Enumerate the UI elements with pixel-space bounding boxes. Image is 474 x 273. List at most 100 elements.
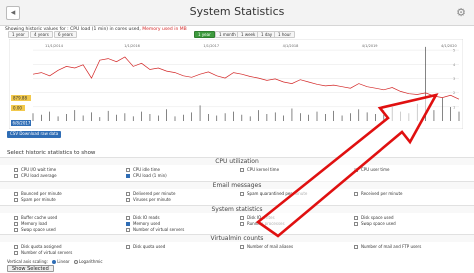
stat-checkbox[interactable] [240,244,244,249]
range-1-hour[interactable]: 1 hour [274,31,295,38]
stat-checkbox[interactable] [14,244,18,249]
x-tick-label: 1/1/2016 [124,44,140,48]
stat-checkbox[interactable] [14,173,18,178]
stat-checkbox[interactable] [240,221,244,226]
stat-option-label: Received per minute [361,191,403,196]
stat-option[interactable]: CPU I/O wait time [14,167,56,172]
stat-option[interactable]: Swap space used [354,221,396,226]
stat-option[interactable]: Number of virtual servers [14,250,72,255]
stat-option[interactable]: Disk quota assigned [14,244,61,249]
stat-option-label: CPU idle time [133,167,160,172]
stat-option-label: Buffer cache used [21,215,58,220]
page-title: System Statistics [189,5,285,18]
stat-option-label: CPU kernel time [247,167,280,172]
stat-option[interactable]: Delivered per minute [126,191,175,196]
stat-checkbox[interactable] [240,167,244,172]
gear-icon[interactable]: ⚙ [454,6,468,20]
stat-option[interactable]: Disk IO reads [126,215,160,220]
stat-checkbox[interactable] [14,197,18,202]
stat-option[interactable]: CPU idle time [126,167,160,172]
stat-checkbox[interactable] [354,221,358,226]
stat-checkbox[interactable] [14,221,18,226]
stat-option[interactable]: Running processes [240,221,285,226]
stat-option[interactable]: Bounced per minute [14,191,62,196]
stat-checkbox[interactable] [126,244,130,249]
history-chart: 11/1/2014 1/1/2016 1/1/2017 4/1/2018 4/1/201… [9,39,463,129]
stat-option[interactable]: Memory used [126,221,160,226]
stat-option[interactable]: CPU load average [14,173,57,178]
group-virtualmin-counts: Virtualmin counts [0,234,474,242]
stat-option-label: CPU user time [361,167,390,172]
stat-option[interactable]: Number of mail aliases [240,244,293,249]
stat-option[interactable]: CPU kernel time [240,167,279,172]
stat-checkbox[interactable] [14,250,18,255]
y-tick-label: 5 [453,49,455,53]
stat-checkbox[interactable] [126,167,130,172]
x-tick-label: 1/1/2017 [203,44,219,48]
show-selected-button[interactable]: Show Selected [7,265,54,272]
stat-checkbox[interactable] [14,167,18,172]
stat-option[interactable]: Spam quarantined per minute [240,191,307,196]
stat-option-label: Delivered per minute [133,191,176,196]
stat-option-label: Disk IO writes [247,215,275,220]
stat-checkbox[interactable] [14,215,18,220]
range-1-year-active[interactable]: 1 year [194,31,215,38]
stat-checkbox[interactable] [14,191,18,196]
stat-checkbox[interactable] [240,215,244,220]
stat-option[interactable]: Viruses per minute [126,197,171,202]
linear-label: Linear [57,259,70,264]
stat-checkbox[interactable] [354,191,358,196]
x-tick-label: 11/1/2014 [45,44,64,48]
stat-option[interactable]: Disk space used [354,215,394,220]
stat-checkbox[interactable] [126,215,130,220]
memory-value-tag: 879.88 [13,96,27,101]
stat-checkbox[interactable] [354,167,358,172]
stat-option[interactable]: Memory load [14,221,47,226]
stat-option[interactable]: Received per minute [354,191,403,196]
stat-option[interactable]: CPU load (1 min) [126,173,167,178]
stat-option[interactable]: Disk IO writes [240,215,275,220]
stat-option[interactable]: Disk quota used [126,244,165,249]
group-cpu-utilization: CPU utilization [0,157,474,165]
log-label: Logarithmic [78,259,103,264]
stat-option-label: CPU load (1 min) [133,173,167,178]
stat-checkbox[interactable] [354,244,358,249]
x-tick-label: 4/1/2020 [441,44,457,48]
axis-scaling: Vertical axis scaling: Linear Logarithmi… [7,259,103,264]
linear-radio[interactable] [52,259,57,264]
stat-option-label: CPU I/O wait time [21,167,57,172]
stat-checkbox[interactable] [126,173,130,178]
stat-checkbox[interactable] [354,215,358,220]
stat-option[interactable]: Number of mail and FTP users [354,244,421,249]
stat-option[interactable]: Swap space used [14,227,56,232]
stat-checkbox[interactable] [240,191,244,196]
range-6-years[interactable]: 6 years [54,31,77,38]
x-tick-label: 4/1/2019 [362,44,378,48]
log-radio[interactable] [73,259,78,264]
chart-svg: 11/1/2014 1/1/2016 1/1/2017 4/1/2018 4/1/201… [9,39,463,129]
group-email-messages: Email messages [0,181,474,189]
stat-checkbox[interactable] [126,221,130,226]
date-tag: 6/8/2017 [13,121,31,126]
stat-option[interactable]: Number of virtual servers [126,227,184,232]
stat-option-label: Number of mail and FTP users [361,244,422,249]
stat-option-label: Disk quota assigned [21,244,62,249]
stat-checkbox[interactable] [126,191,130,196]
download-raw-data-button[interactable]: CSV Download raw data [7,131,62,138]
range-1-week[interactable]: 1 week [237,31,260,38]
stat-option-label: Memory used [133,221,161,226]
stat-checkbox[interactable] [14,227,18,232]
stat-option-label: Bounced per minute [21,191,62,196]
axis-scaling-label: Vertical axis scaling: [7,259,48,264]
stat-option[interactable]: Spam per minute [14,197,56,202]
stat-option-label: Disk IO reads [133,215,160,220]
range-1-year[interactable]: 1 year [8,31,29,38]
stat-option-label: Disk space used [361,215,394,220]
range-4-years[interactable]: 4 years [30,31,53,38]
stat-option-label: Spam per minute [21,197,56,202]
group-system-statistics: System statistics [0,205,474,213]
stat-checkbox[interactable] [126,227,130,232]
stat-option[interactable]: Buffer cache used [14,215,57,220]
stat-option[interactable]: CPU user time [354,167,389,172]
stat-checkbox[interactable] [126,197,130,202]
